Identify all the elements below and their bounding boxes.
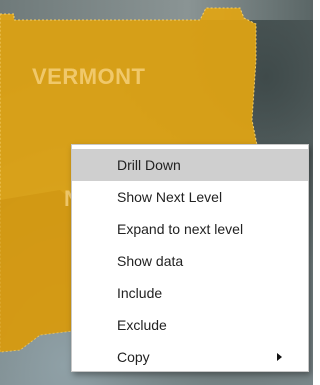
menu-item-label: Show data (117, 253, 184, 269)
chevron-right-icon (277, 353, 282, 361)
menu-item-label: Show Next Level (117, 189, 223, 205)
menu-item-label: Expand to next level (117, 221, 244, 237)
menu-item-label: Include (117, 285, 163, 301)
menu-item-show-data[interactable]: Show data (72, 245, 308, 277)
state-label: VERMONT (32, 64, 146, 89)
context-menu: Drill Down Show Next Level Expand to nex… (71, 144, 309, 372)
menu-item-exclude[interactable]: Exclude (72, 309, 308, 341)
menu-item-label: Copy (117, 349, 150, 365)
map-visual: VERMONT N Drill Down Show Next Level Exp… (0, 0, 313, 385)
menu-item-label: Drill Down (117, 157, 181, 173)
menu-item-drill-down[interactable]: Drill Down (72, 149, 308, 181)
menu-item-expand-to-next-level[interactable]: Expand to next level (72, 213, 308, 245)
menu-item-include[interactable]: Include (72, 277, 308, 309)
menu-item-show-next-level[interactable]: Show Next Level (72, 181, 308, 213)
menu-item-copy[interactable]: Copy (72, 341, 308, 373)
menu-item-label: Exclude (117, 317, 167, 333)
